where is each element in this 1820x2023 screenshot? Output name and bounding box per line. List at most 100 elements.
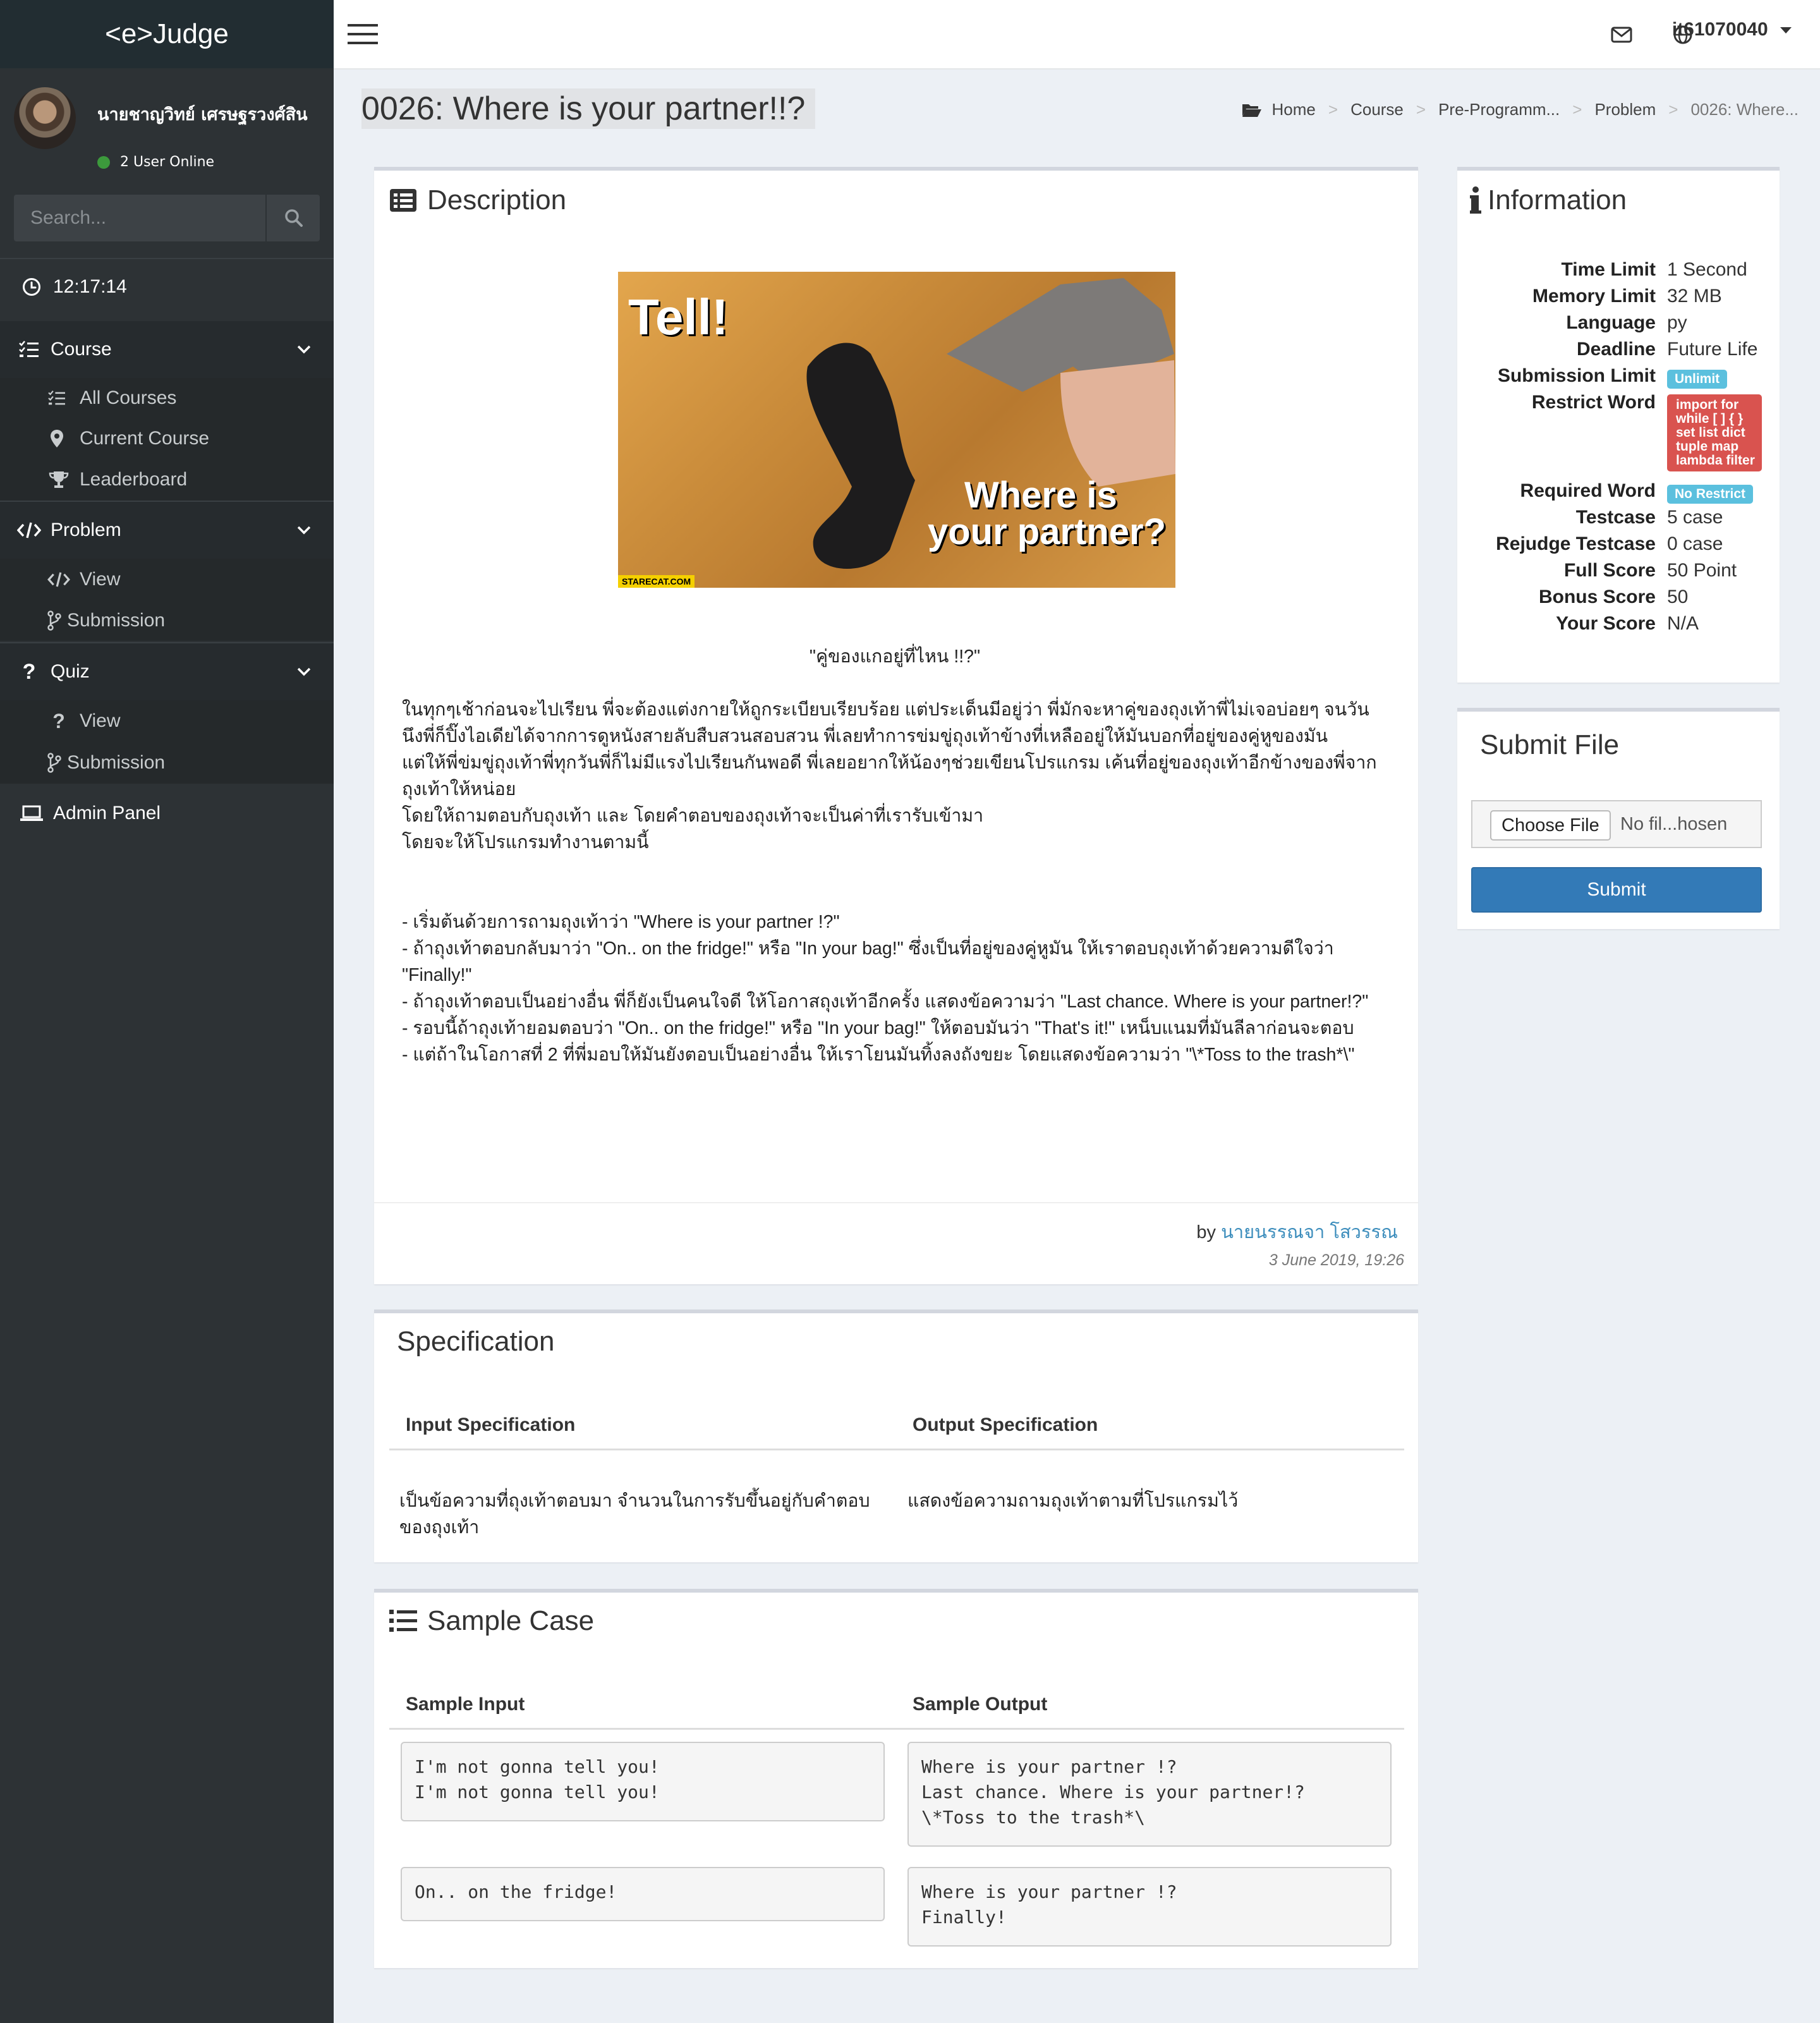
breadcrumb-home[interactable]: Home — [1272, 100, 1316, 119]
info-row-full-score: Full Score 50 Point — [1457, 560, 1780, 586]
folder-open-icon — [1242, 104, 1261, 117]
info-value: py — [1667, 312, 1687, 333]
messages-button[interactable] — [1610, 23, 1634, 47]
info-key: Testcase — [1575, 507, 1656, 528]
description-quote: "คู่ของแกอยู่ที่ไหน !!?" — [809, 647, 981, 667]
search-input[interactable] — [14, 195, 265, 241]
code-icon — [47, 567, 71, 592]
map-marker-icon — [47, 426, 67, 451]
description-body: ในทุกๆเช้าก่อนจะไปเรียน พี่จะต้องแต่งกาย… — [402, 700, 1377, 1065]
sidebar-item-problem[interactable]: Problem — [0, 502, 334, 559]
info-value: 0 case — [1667, 533, 1723, 554]
sidebar-clock: 12:17:14 — [0, 258, 334, 316]
info-key: Memory Limit — [1532, 286, 1656, 307]
sidebar-item-quiz-submission[interactable]: Submission — [0, 742, 334, 784]
breadcrumb-course-name[interactable]: Pre-Programm... — [1438, 100, 1560, 119]
sidebar-item-label: Submission — [67, 752, 166, 773]
caret-down-icon — [1780, 27, 1792, 34]
breadcrumb-problem[interactable]: Problem — [1594, 100, 1656, 119]
info-value: 50 — [1667, 586, 1689, 607]
info-value: Future Life — [1667, 339, 1758, 360]
info-row-required-word: Required Word No Restrict — [1457, 480, 1780, 507]
specification-box: Specification Input Specification Output… — [374, 1309, 1418, 1562]
sidebar-item-label: All Courses — [80, 387, 177, 408]
code-icon — [16, 518, 42, 543]
info-key: Language — [1566, 312, 1656, 333]
table-divider — [389, 1449, 1404, 1450]
info-key: Submission Limit — [1497, 365, 1656, 386]
input-spec-text: เป็นข้อความที่ถุงเท้าตอบมา จำนวนในการรับ… — [399, 1491, 870, 1538]
user-panel: นายชาญวิทย์ เศรษฐรวงศ์สิน 2 User Online — [14, 83, 324, 170]
info-key: Rejudge Testcase — [1496, 533, 1656, 554]
input-spec-header: Input Specification — [406, 1414, 576, 1435]
image-credit: STARECAT.COM — [618, 575, 695, 588]
info-row-your-score: Your Score N/A — [1457, 613, 1780, 640]
online-count: 2 User Online — [120, 154, 215, 170]
envelope-icon — [1611, 27, 1632, 43]
sidebar-item-admin-panel[interactable]: Admin Panel — [0, 786, 334, 841]
sidebar-item-label: Quiz — [51, 661, 90, 682]
output-spec-text: แสดงข้อความถามถุงเท้าตามที่โปรแกรมไว้ — [907, 1491, 1239, 1511]
question-icon: ? — [22, 659, 36, 684]
breadcrumb: Home > Course > Pre-Programm... > Proble… — [1242, 100, 1799, 119]
information-title: Information — [1488, 185, 1627, 216]
info-row-time-limit: Time Limit 1 Second — [1457, 259, 1780, 286]
chevron-down-icon — [297, 526, 311, 535]
trophy-icon — [47, 467, 71, 492]
sidebar-item-quiz[interactable]: ? Quiz — [0, 643, 334, 700]
user-name: นายชาญวิทย์ เศรษฐรวงศ์สิน — [97, 105, 308, 125]
image-caption-bottom-2: your partner? — [928, 511, 1167, 552]
sidebar-item-leaderboard[interactable]: Leaderboard — [0, 459, 334, 501]
list-alt-icon — [389, 188, 417, 212]
choose-file-button[interactable]: Choose File — [1490, 810, 1611, 841]
search-button[interactable] — [265, 195, 321, 241]
author-line: by นายนรรณจา โสวรรณ — [1196, 1217, 1398, 1246]
user-menu-dropdown[interactable]: it61070040 — [1672, 19, 1792, 40]
sidebar-item-course[interactable]: Course — [0, 321, 334, 378]
sample-case-title: Sample Case — [427, 1605, 595, 1636]
sidebar-item-label: Submission — [67, 610, 166, 631]
sidebar-item-problem-view[interactable]: View — [0, 559, 334, 600]
sample-case-box: Sample Case Sample Input Sample Output I… — [374, 1589, 1418, 1968]
file-input[interactable]: Choose File No fil...hosen — [1471, 800, 1762, 848]
sidebar-item-all-courses[interactable]: All Courses — [0, 378, 334, 418]
sample-output-header: Sample Output — [913, 1694, 1048, 1715]
submit-file-box: Submit File Choose File No fil...hosen S… — [1457, 708, 1780, 929]
sidebar-item-quiz-view[interactable]: ? View — [0, 700, 334, 742]
sidebar-item-label: Course — [51, 339, 112, 360]
submit-button[interactable]: Submit — [1471, 867, 1762, 913]
sidebar-search — [14, 195, 320, 241]
breadcrumb-separator: > — [1572, 100, 1582, 119]
hamburger-menu-icon[interactable] — [348, 23, 378, 46]
sidebar-item-label: Leaderboard — [80, 469, 188, 490]
description-title: Description — [427, 185, 567, 216]
sidebar-item-problem-submission[interactable]: Submission — [0, 600, 334, 641]
info-row-submission-limit: Submission Limit Unlimit — [1457, 365, 1780, 392]
breadcrumb-course[interactable]: Course — [1350, 100, 1404, 119]
restrict-word-badge: import for while [ ] { } set list dict t… — [1667, 394, 1762, 471]
app-logo[interactable]: <e>Judge — [0, 0, 334, 68]
clock-icon — [19, 274, 44, 300]
image-caption-bottom-1: Where is — [964, 475, 1117, 516]
app-logo-text: <e>Judge — [105, 18, 229, 49]
code-branch-icon — [47, 750, 62, 775]
info-value: N/A — [1667, 613, 1699, 634]
divider — [374, 1202, 1418, 1203]
online-status: 2 User Online — [97, 154, 214, 170]
info-key: Your Score — [1556, 613, 1656, 634]
author-link[interactable]: นายนรรณจา โสวรรณ — [1221, 1222, 1398, 1242]
sidebar-item-current-course[interactable]: Current Course — [0, 418, 334, 459]
chevron-down-icon — [297, 345, 311, 354]
topbar-username: it61070040 — [1671, 19, 1768, 40]
list-icon — [389, 1610, 417, 1632]
info-key: Full Score — [1563, 560, 1656, 581]
info-key: Required Word — [1520, 480, 1656, 501]
clock-time: 12:17:14 — [53, 276, 127, 297]
sample-output-2: Where is your partner !? Finally! — [907, 1867, 1392, 1947]
info-key: Deadline — [1576, 339, 1656, 360]
file-status: No fil...hosen — [1620, 814, 1728, 834]
info-row-deadline: Deadline Future Life — [1457, 339, 1780, 365]
problem-image: Tell! Where is your partner? STARECAT.CO… — [618, 272, 1175, 588]
information-heading: Information — [1470, 185, 1627, 216]
chevron-down-icon — [297, 667, 311, 676]
